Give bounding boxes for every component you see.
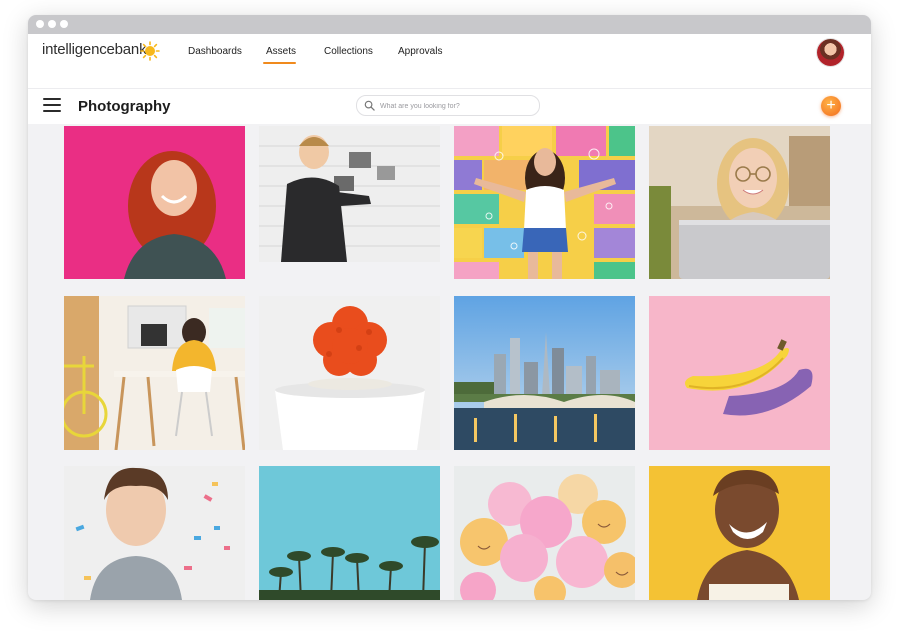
nav-approvals[interactable]: Approvals <box>398 46 442 57</box>
nav-assets[interactable]: Assets <box>266 46 296 57</box>
search-input[interactable] <box>378 98 532 114</box>
asset-thumbnail-9[interactable] <box>64 466 245 600</box>
asset-thumbnail-7[interactable] <box>454 296 635 450</box>
window-minimize-dot[interactable] <box>48 20 56 28</box>
brand-logo[interactable]: intelligencebank <box>42 41 147 58</box>
add-asset-button[interactable]: + <box>821 96 841 116</box>
top-navigation: intelligencebank Dashboards Assets Colle… <box>28 34 871 89</box>
user-avatar[interactable] <box>817 39 844 66</box>
nav-collections[interactable]: Collections <box>324 46 373 57</box>
asset-thumbnail-11[interactable] <box>454 466 635 600</box>
nav-dashboards[interactable]: Dashboards <box>188 46 242 57</box>
asset-thumbnail-1[interactable] <box>64 126 245 279</box>
page-header: Photography + <box>28 89 871 124</box>
asset-thumbnail-2[interactable] <box>259 126 440 262</box>
asset-thumbnail-6[interactable] <box>259 296 440 450</box>
sun-logo-icon <box>140 41 160 61</box>
hamburger-menu-icon[interactable] <box>43 98 61 112</box>
search-bar[interactable] <box>356 95 540 116</box>
asset-thumbnail-12[interactable] <box>649 466 830 600</box>
window-titlebar <box>28 15 871 34</box>
active-nav-indicator <box>263 62 296 64</box>
browser-window: intelligencebank Dashboards Assets Colle… <box>28 15 871 600</box>
asset-thumbnail-10[interactable] <box>259 466 440 600</box>
search-icon <box>364 100 375 111</box>
asset-thumbnail-5[interactable] <box>64 296 245 450</box>
asset-grid <box>64 126 830 600</box>
page-title: Photography <box>78 98 171 115</box>
asset-thumbnail-3[interactable] <box>454 126 635 279</box>
asset-thumbnail-8[interactable] <box>649 296 830 450</box>
window-maximize-dot[interactable] <box>60 20 68 28</box>
asset-thumbnail-4[interactable] <box>649 126 830 279</box>
window-close-dot[interactable] <box>36 20 44 28</box>
